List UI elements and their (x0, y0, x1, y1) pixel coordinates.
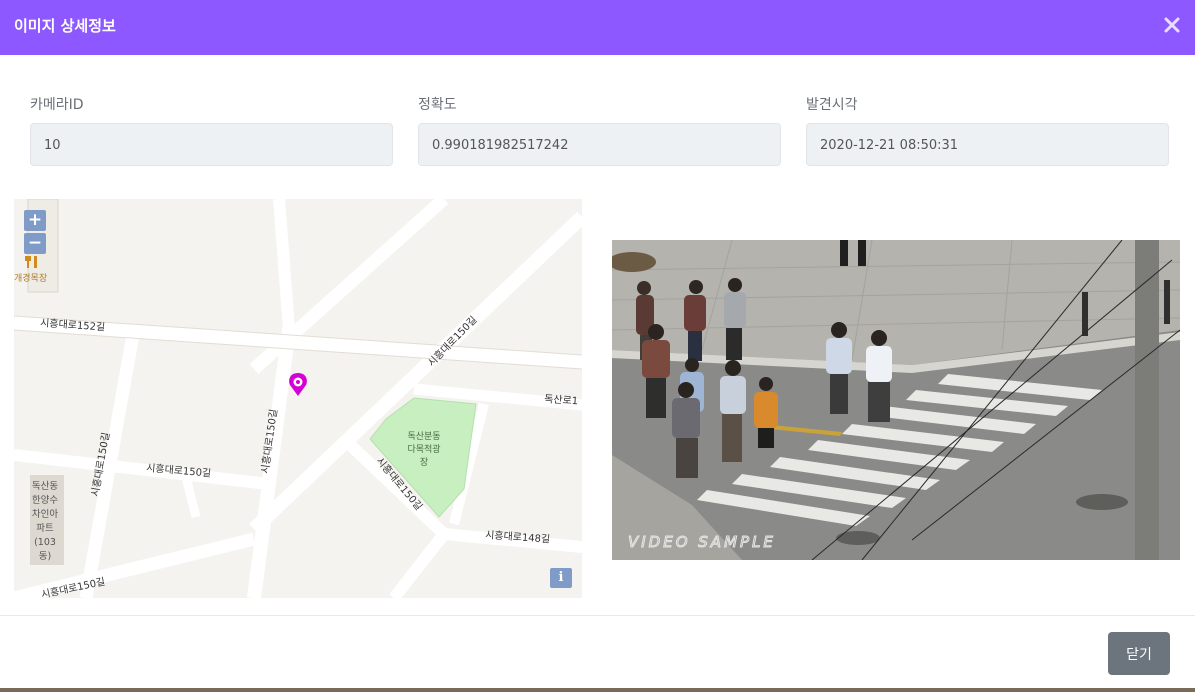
cctv-frame: VIDEO SAMPLE (612, 240, 1180, 560)
close-icon[interactable] (1163, 16, 1181, 34)
close-button[interactable]: 닫기 (1108, 632, 1170, 675)
zoom-in-button[interactable]: + (24, 210, 46, 231)
map-label-apt-4: 파트 (36, 523, 54, 534)
detected-time-field: 발견시각 2020-12-21 08:50:31 (806, 95, 1169, 166)
map-label-park-1: 독산분동 (407, 431, 440, 442)
camera-location-marker[interactable] (289, 373, 307, 396)
location-map[interactable]: 개경목장 시흥대로152길 시흥대로150길 시흥대로150길 시흥대로150길… (14, 199, 582, 598)
map-canvas: 개경목장 시흥대로152길 시흥대로150길 시흥대로150길 시흥대로150길… (14, 199, 582, 598)
map-label-doksan-ro: 독산로1 (544, 393, 579, 407)
zoom-out-button[interactable]: − (24, 233, 46, 254)
accuracy-label: 정확도 (418, 97, 457, 113)
map-label-park-3: 장 (420, 457, 428, 468)
map-label-apt-3: 차인아 (32, 508, 58, 520)
map-label-apt-5: (103 (34, 537, 56, 548)
modal-header: 이미지 상세정보 (0, 0, 1195, 55)
detected-image: VIDEO SAMPLE (612, 240, 1180, 560)
detected-time-label: 발견시각 (806, 97, 858, 113)
backdrop-strip (0, 688, 1195, 692)
map-label-restaurant: 개경목장 (14, 272, 47, 284)
footer-divider (0, 615, 1195, 616)
photo-watermark: VIDEO SAMPLE (628, 533, 776, 551)
accuracy-input[interactable]: 0.990181982517242 (418, 123, 781, 166)
detected-time-input[interactable]: 2020-12-21 08:50:31 (806, 123, 1169, 166)
map-label-apt-2: 한양수 (32, 495, 58, 506)
modal-title: 이미지 상세정보 (14, 17, 116, 35)
map-label-park-2: 다목적광 (407, 443, 440, 455)
map-label-apt-6: 동) (39, 551, 51, 562)
camera-id-input[interactable]: 10 (30, 123, 393, 166)
camera-id-label: 카메라ID (30, 97, 84, 113)
map-info-button[interactable]: i (550, 568, 572, 588)
map-label-apt-1: 독산동 (32, 481, 58, 492)
accuracy-field: 정확도 0.990181982517242 (418, 95, 781, 166)
camera-id-field: 카메라ID 10 (30, 95, 393, 166)
